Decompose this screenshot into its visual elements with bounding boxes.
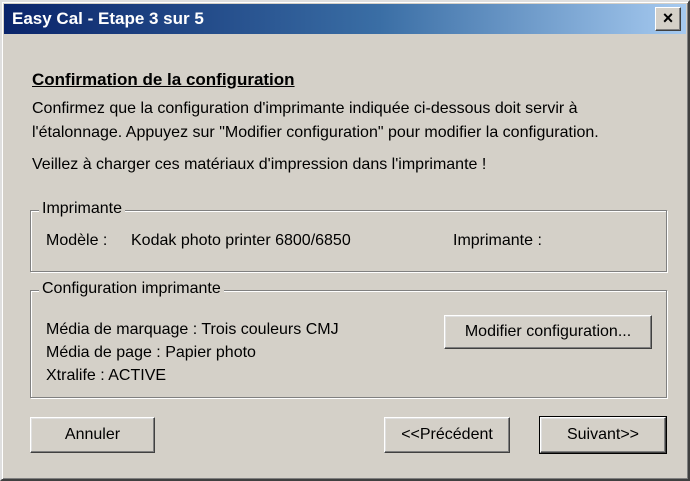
config-group-title: Configuration imprimante xyxy=(39,280,224,298)
close-icon[interactable]: × xyxy=(655,7,681,31)
page-heading: Confirmation de la configuration xyxy=(32,70,295,89)
materials-notice: Veillez à charger ces matériaux d'impres… xyxy=(32,156,487,173)
printer-groupbox: Imprimante Modèle : Kodak photo printer … xyxy=(30,200,667,272)
model-value: Kodak photo printer 6800/6850 xyxy=(131,232,351,249)
previous-button[interactable]: <<Précédent xyxy=(384,417,510,453)
marking-media-text: Média de marquage : Trois couleurs CMJ xyxy=(46,321,339,338)
easy-cal-dialog: Easy Cal - Etape 3 sur 5 × Confirmation … xyxy=(0,0,690,481)
model-label: Modèle : xyxy=(46,232,108,249)
xtralife-text: Xtralife : ACTIVE xyxy=(46,367,167,384)
printer-group-title: Imprimante xyxy=(39,200,126,218)
page-media-text: Média de page : Papier photo xyxy=(46,344,256,361)
window-title: Easy Cal - Etape 3 sur 5 xyxy=(12,9,204,28)
title-bar[interactable]: Easy Cal - Etape 3 sur 5 × xyxy=(4,4,686,34)
modify-config-button[interactable]: Modifier configuration... xyxy=(444,315,652,349)
cancel-button[interactable]: Annuler xyxy=(30,417,155,453)
instruction-line-1: Confirmez que la configuration d'imprima… xyxy=(32,100,578,117)
printer-label: Imprimante : xyxy=(453,232,542,249)
instruction-line-2: l'étalonnage. Appuyez sur "Modifier conf… xyxy=(32,124,599,141)
printer-config-groupbox: Configuration imprimante Média de marqua… xyxy=(30,280,667,398)
next-button[interactable]: Suivant>> xyxy=(539,416,667,454)
